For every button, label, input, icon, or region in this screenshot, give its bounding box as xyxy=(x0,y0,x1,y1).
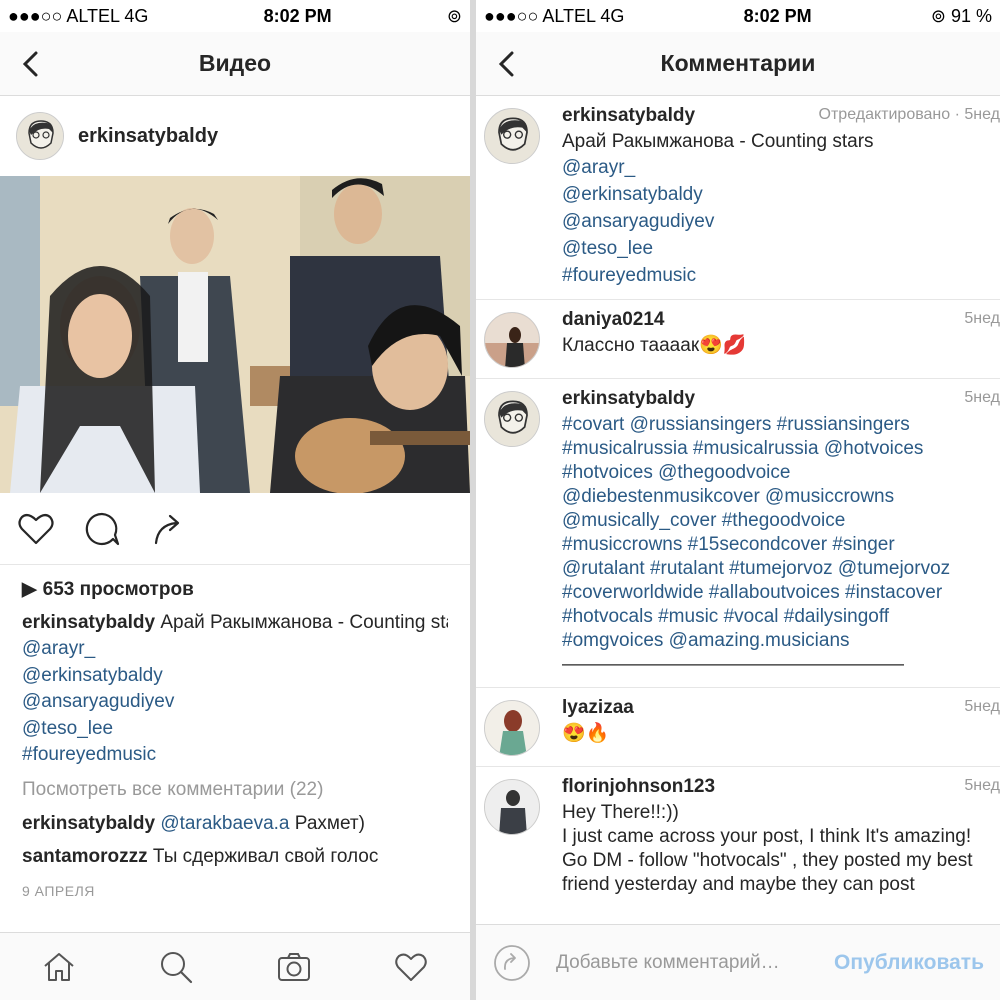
post-header: erkinsatybaldy xyxy=(0,96,470,176)
comment-hashtags[interactable]: @rutalant #rutalant #tumejorvoz @tumejor… xyxy=(562,557,992,581)
comment-mention[interactable]: @teso_lee xyxy=(562,235,992,262)
caption-mention[interactable]: @teso_lee xyxy=(22,716,448,743)
comment-timestamp: 5нед xyxy=(964,389,1000,406)
comment-text: 😍🔥 xyxy=(562,723,610,744)
comment-hashtags[interactable]: @musically_cover #thegoodvoice xyxy=(562,509,992,533)
caption-hashtag[interactable]: #foureyedmusic xyxy=(22,742,448,769)
video-player[interactable] xyxy=(0,176,470,493)
list-item: erkinsatybaldy Арай Ракымжанова - Counti… xyxy=(476,96,1000,300)
caption-mention[interactable]: @arayr_ xyxy=(22,636,448,663)
refresh-icon[interactable] xyxy=(492,943,532,983)
comment-text: I just came across your post, I think It… xyxy=(562,826,972,847)
list-item: erkinsatybaldy #covart @russiansingers #… xyxy=(476,379,1000,688)
comment-timestamp: 5нед xyxy=(964,698,1000,715)
comment-hashtags[interactable]: #coverworldwide #allaboutvoices #instaco… xyxy=(562,581,992,605)
comment-text: Go DM - follow "hotvocals" , they posted… xyxy=(562,850,973,895)
caption-text: Арай Ракымжанова - Counting stars xyxy=(160,611,448,633)
back-arrow-icon[interactable] xyxy=(494,50,522,78)
camera-icon[interactable] xyxy=(276,949,312,985)
comment-text: Арай Ракымжанова - Counting stars xyxy=(562,131,874,152)
list-item: daniya0214 Классно тааaак😍💋 5нед xyxy=(476,300,1000,379)
comment-text: Hey There!!:)) xyxy=(562,802,679,823)
comment-mention[interactable]: @ansaryagudiyev xyxy=(562,208,992,235)
view-count: ▶ 653 просмотров xyxy=(22,577,448,604)
status-bar: ●●●○○ ALTEL 4G 8:02 PM ⊚ 91 % xyxy=(476,0,1000,32)
carrier-label: ●●●○○ ALTEL 4G xyxy=(8,5,149,26)
avatar[interactable] xyxy=(484,312,540,368)
comment-list: erkinsatybaldy Арай Ракымжанова - Counti… xyxy=(476,96,1000,907)
caption-username[interactable]: erkinsatybaldy xyxy=(22,612,155,633)
comment-text: Рахмет) xyxy=(289,813,365,834)
caption-mention[interactable]: @erkinsatybaldy xyxy=(22,663,448,690)
activity-heart-icon[interactable] xyxy=(393,949,429,985)
battery-label: ⊚ 91 % xyxy=(931,6,992,27)
list-item: florinjohnson123 Hey There!!:)) I just c… xyxy=(476,767,1000,907)
rotation-lock-icon: ⊚ xyxy=(930,5,951,26)
carrier-label: ●●●○○ ALTEL 4G xyxy=(484,5,625,26)
avatar[interactable] xyxy=(484,700,540,756)
comment-timestamp: 5нед xyxy=(964,777,1000,794)
page-title: Видео xyxy=(198,50,272,76)
comment-mention[interactable]: @tarakbaeva.a xyxy=(160,813,289,834)
caption-mention[interactable]: @ansaryagudiyev xyxy=(22,689,448,716)
list-item: erkinsatybaldy @tarakbaeva.a Рахмет) xyxy=(22,811,448,838)
publish-button[interactable]: Опубликовать xyxy=(834,951,984,975)
avatar[interactable] xyxy=(484,779,540,835)
post-body: ▶ 653 просмотров erkinsatybaldy Арай Рак… xyxy=(0,565,470,905)
back-arrow-icon[interactable] xyxy=(18,50,46,78)
comments-screen: ●●●○○ ALTEL 4G 8:02 PM ⊚ 91 % Комментари… xyxy=(476,0,1000,1000)
comment-hashtags[interactable]: @diebestenmusikcover @musiccrowns xyxy=(562,485,992,509)
caption: erkinsatybaldy Арай Ракымжанова - Counti… xyxy=(22,610,448,637)
list-item: lyazizaa 😍🔥 5нед xyxy=(476,688,1000,767)
comment-hashtags[interactable]: #hotvoices @thegoodvoice xyxy=(562,461,992,485)
view-all-comments-link[interactable]: Посмотреть все комментарии (22) xyxy=(22,777,448,804)
comment-username[interactable]: erkinsatybaldy xyxy=(22,813,155,834)
comment-hashtags[interactable]: #omgvoices @amazing.musicians xyxy=(562,629,992,653)
time-label: 8:02 PM xyxy=(263,5,332,26)
nav-bar: Видео xyxy=(0,32,470,96)
heart-icon[interactable] xyxy=(16,509,56,549)
battery-percent: 91 % xyxy=(950,5,992,26)
tab-bar xyxy=(0,932,470,1000)
post-actions xyxy=(0,493,470,565)
comment-input[interactable]: Добавьте комментарий… xyxy=(556,952,810,974)
comment-text: Ты сдерживал свой голос xyxy=(147,845,379,867)
comment-username[interactable]: daniya0214 xyxy=(562,308,992,332)
comment-username[interactable]: lyazizaa xyxy=(562,696,992,720)
time-label: 8:02 PM xyxy=(743,5,812,26)
comment-username[interactable]: florinjohnson123 xyxy=(562,775,992,799)
list-item: santamorozzz Ты сдерживал свой голос xyxy=(22,844,448,871)
post-date: 9 АПРЕЛЯ xyxy=(22,883,95,899)
comment-divider-text: —————————————————— xyxy=(562,654,904,675)
comment-hashtags[interactable]: #musicalrussia #musicalrussia @hotvoices xyxy=(562,437,992,461)
comment-username[interactable]: erkinsatybaldy xyxy=(562,387,992,411)
comment-hashtags[interactable]: #covart @russiansingers #russiansingers xyxy=(562,413,992,437)
comment-hashtags[interactable]: #hotvocals #music #vocal #dailysingoff xyxy=(562,605,992,629)
comment-mention[interactable]: @arayr_ xyxy=(562,154,992,181)
play-icon: ▶ xyxy=(22,579,37,600)
avatar[interactable] xyxy=(484,108,540,164)
status-bar: ●●●○○ ALTEL 4G 8:02 PM ⊚ xyxy=(0,0,470,32)
comment-text: Классно тааaак😍💋 xyxy=(562,335,747,356)
avatar[interactable] xyxy=(484,391,540,447)
comment-mention[interactable]: @erkinsatybaldy xyxy=(562,181,992,208)
comment-input-bar: Добавьте комментарий… Опубликовать xyxy=(476,924,1000,1000)
comment-hashtags[interactable]: #musiccrowns #15secondcover #singer xyxy=(562,533,992,557)
search-icon[interactable] xyxy=(158,949,194,985)
page-title: Комментарии xyxy=(660,50,816,76)
comment-username[interactable]: santamorozzz xyxy=(22,846,148,867)
share-icon[interactable] xyxy=(148,509,188,549)
video-screen: ●●●○○ ALTEL 4G 8:02 PM ⊚ Видео erkinsaty… xyxy=(0,0,470,1000)
avatar[interactable] xyxy=(16,112,64,160)
comment-timestamp: Отредактировано · 5нед xyxy=(818,106,1000,123)
nav-bar: Комментарии xyxy=(476,32,1000,96)
post-username[interactable]: erkinsatybaldy xyxy=(78,125,218,148)
view-count-label: 653 просмотров xyxy=(42,579,194,600)
home-icon[interactable] xyxy=(41,949,77,985)
comment-hashtag[interactable]: #foureyedmusic xyxy=(562,262,992,289)
comment-timestamp: 5нед xyxy=(964,310,1000,327)
comment-icon[interactable] xyxy=(82,509,122,549)
rotation-lock-icon: ⊚ xyxy=(446,5,462,26)
